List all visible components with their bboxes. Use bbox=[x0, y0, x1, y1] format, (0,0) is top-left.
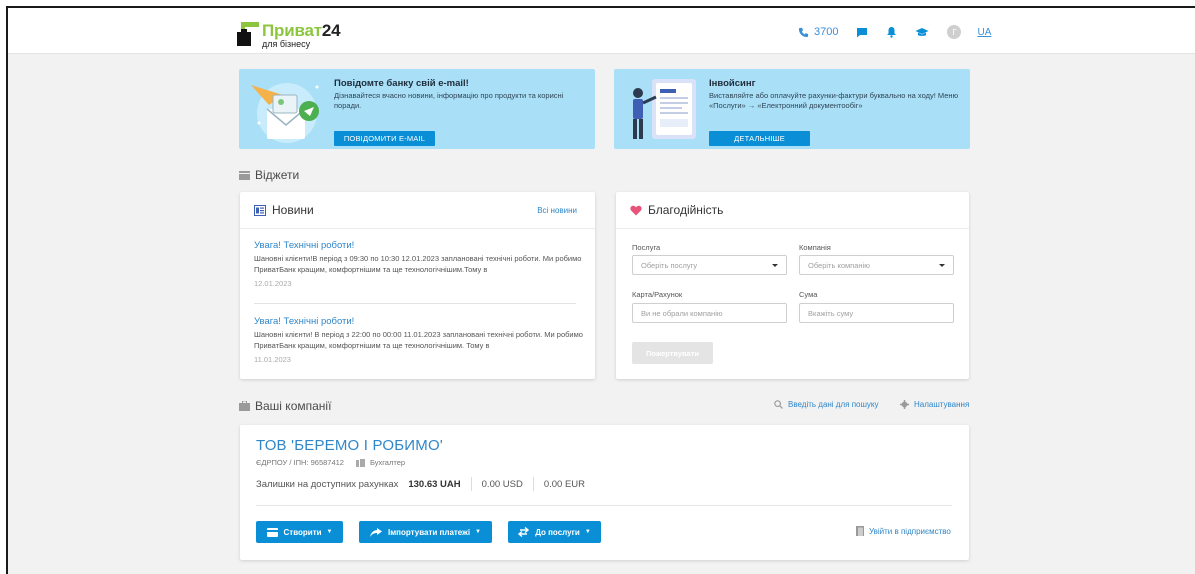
card-icon bbox=[266, 527, 278, 537]
phone-number: 3700 bbox=[814, 26, 839, 38]
search-icon bbox=[774, 400, 783, 409]
email-banner: Повідомте банку свій e-mail! Дізнавайтес… bbox=[239, 69, 595, 149]
chevron-down-icon bbox=[939, 264, 945, 267]
news-icon bbox=[254, 204, 266, 216]
news-item-title[interactable]: Увага! Технічні роботи! bbox=[254, 240, 584, 251]
company-select[interactable]: Оберіть компанію bbox=[799, 255, 954, 275]
all-news-link[interactable]: Всі новини bbox=[537, 206, 577, 215]
balance-uah: 130.63 UAH bbox=[408, 478, 461, 490]
logo-mark-icon bbox=[237, 22, 259, 46]
news-item-body: Шановні клієнти!В період з 09:30 по 10:3… bbox=[254, 254, 582, 274]
chevron-down-icon: ▼ bbox=[475, 529, 481, 535]
settings-link[interactable]: Налаштування bbox=[900, 400, 969, 409]
share-arrow-icon bbox=[370, 527, 382, 537]
invoicing-banner-title: Інвойсинг bbox=[709, 78, 756, 89]
graduation-cap-icon bbox=[915, 27, 929, 36]
company-name[interactable]: ТОВ 'БЕРЕМО І РОБИМО' bbox=[256, 437, 443, 454]
balance-usd: 0.00 USD bbox=[481, 478, 523, 490]
enter-company-link[interactable]: Увійти в підприємство bbox=[856, 526, 951, 536]
email-illustration-icon bbox=[251, 83, 319, 143]
charity-title: Благодійність bbox=[648, 203, 724, 217]
chat-button[interactable] bbox=[856, 27, 868, 38]
balance-divider bbox=[532, 477, 534, 491]
invoicing-banner: Інвойсинг Виставляйте або оплачуйте раху… bbox=[614, 69, 970, 149]
user-role-icon bbox=[355, 458, 365, 467]
donate-button[interactable]: Пожертвувати bbox=[632, 342, 713, 364]
company-role: Бухгалтер bbox=[355, 458, 405, 467]
news-widget-header: Новини Всі новини bbox=[240, 192, 595, 229]
company-card: ТОВ 'БЕРЕМО І РОБИМО' ЄДРПОУ / ІПН: 9658… bbox=[240, 425, 969, 560]
news-item[interactable]: Увага! Технічні роботи! Шановні клієнти!… bbox=[254, 240, 584, 288]
news-item-body: Шановні клієнти! В період з 22:00 по 00:… bbox=[254, 330, 583, 350]
news-item-date: 12.01.2023 bbox=[254, 279, 292, 288]
briefcase-icon bbox=[239, 401, 250, 411]
news-widget: Новини Всі новини Увага! Технічні роботи… bbox=[240, 192, 595, 379]
company-divider bbox=[256, 505, 952, 506]
email-banner-text: Дізнавайтеся вчасно новини, інформацію п… bbox=[334, 91, 564, 110]
privat24-logo[interactable]: Приват24 для бізнесу bbox=[237, 20, 357, 49]
widgets-section-title: Віджети bbox=[239, 168, 299, 182]
news-divider bbox=[254, 303, 576, 304]
company-search-link[interactable]: Введіть дані для пошуку bbox=[774, 400, 878, 409]
widgets-icon bbox=[239, 170, 250, 180]
logo-title: Приват24 bbox=[262, 21, 341, 40]
transfer-arrows-icon bbox=[518, 527, 530, 537]
details-button[interactable]: ДЕТАЛЬНІШЕ bbox=[709, 131, 810, 146]
gear-icon bbox=[900, 400, 909, 409]
top-header: Приват24 для бізнесу 3700 Г UA bbox=[8, 8, 1195, 54]
company-edrpou: ЄДРПОУ / ІПН: 96587412 bbox=[256, 458, 344, 467]
heart-icon bbox=[630, 205, 642, 215]
sum-label: Сума bbox=[799, 290, 818, 299]
chevron-down-icon: ▼ bbox=[326, 529, 333, 535]
news-item-title[interactable]: Увага! Технічні роботи! bbox=[254, 316, 584, 327]
charity-widget: Благодійність Послуга Оберіть послугу Ко… bbox=[616, 192, 969, 379]
company-meta: ЄДРПОУ / ІПН: 96587412 Бухгалтер bbox=[256, 458, 405, 467]
education-button[interactable] bbox=[915, 27, 929, 38]
news-item-date: 11.01.2023 bbox=[254, 355, 291, 364]
phone-link[interactable]: 3700 bbox=[798, 26, 838, 38]
notify-email-button[interactable]: ПОВІДОМИТИ E-MAIL bbox=[334, 131, 435, 146]
chevron-down-icon bbox=[772, 264, 778, 267]
phone-icon bbox=[798, 27, 809, 37]
card-account-label: Карта/Рахунок bbox=[632, 290, 683, 299]
invoicing-banner-text: Виставляйте або оплачуйте рахунки-фактур… bbox=[709, 91, 959, 110]
companies-section-title: Ваші компанії bbox=[239, 399, 331, 413]
app-frame: Приват24 для бізнесу 3700 Г UA Повідомте… bbox=[6, 6, 1195, 574]
email-banner-title: Повідомте банку свій e-mail! bbox=[334, 78, 469, 89]
balance-eur: 0.00 EUR bbox=[543, 478, 586, 490]
chevron-down-icon: ▼ bbox=[584, 529, 591, 535]
balance-divider bbox=[470, 477, 472, 491]
invoice-illustration-icon bbox=[633, 79, 696, 139]
service-select[interactable]: Оберіть послугу bbox=[632, 255, 787, 275]
import-payments-button[interactable]: Імпортувати платежі ▼ bbox=[359, 521, 492, 543]
door-icon bbox=[856, 526, 864, 536]
notifications-button[interactable] bbox=[886, 26, 897, 38]
card-account-field[interactable]: Ви не обрали компанію bbox=[632, 303, 787, 323]
create-button[interactable]: Створити ▼ bbox=[256, 521, 343, 543]
balance-label: Залишки на доступних рахунках bbox=[256, 478, 399, 490]
logo-subtitle: для бізнесу bbox=[262, 39, 311, 49]
header-actions: 3700 Г UA bbox=[798, 22, 991, 42]
to-service-button[interactable]: До послуги ▼ bbox=[508, 521, 601, 543]
news-item[interactable]: Увага! Технічні роботи! Шановні клієнти!… bbox=[254, 316, 584, 364]
bell-icon bbox=[887, 27, 897, 38]
user-avatar[interactable]: Г bbox=[947, 25, 962, 39]
sum-input[interactable]: Вкажіть суму bbox=[799, 303, 954, 323]
language-switch[interactable]: UA bbox=[977, 27, 991, 38]
company-balances: Залишки на доступних рахунках 130.63 UAH… bbox=[256, 477, 585, 491]
chat-icon bbox=[857, 27, 868, 37]
charity-widget-header: Благодійність bbox=[616, 192, 969, 229]
service-label: Послуга bbox=[632, 243, 661, 252]
news-title: Новини bbox=[272, 203, 314, 217]
company-label: Компанія bbox=[799, 243, 831, 252]
